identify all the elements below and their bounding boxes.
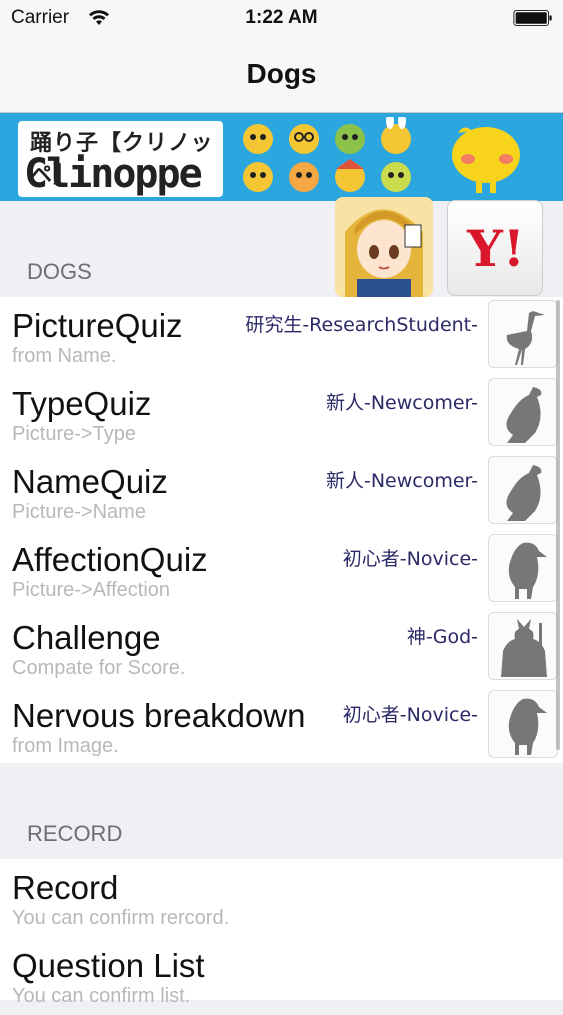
row-thumbnail	[488, 690, 558, 758]
character-group-icon	[243, 117, 411, 192]
row-subtitle: You can confirm rercord.	[12, 907, 230, 929]
row-title: PictureQuiz	[12, 307, 183, 344]
row-title: Nervous breakdown	[12, 697, 306, 734]
row-title: Record	[12, 869, 119, 906]
row-subtitle: You can confirm list.	[12, 985, 191, 1007]
list-item-picture-quiz[interactable]: PictureQuiz from Name. 研究生-ResearchStude…	[0, 297, 563, 375]
page-title: Dogs	[246, 58, 317, 89]
row-rank: 新人-Newcomer-	[325, 392, 478, 414]
row-rank: 初心者-Novice-	[342, 548, 478, 570]
puffin-silhouette-icon	[508, 542, 547, 599]
anime-girl-icon	[335, 197, 433, 297]
row-title: AffectionQuiz	[12, 541, 208, 578]
yahoo-logo: Y!	[467, 219, 525, 278]
row-title: NameQuiz	[12, 463, 168, 500]
list-item-type-quiz[interactable]: TypeQuiz Picture->Type 新人-Newcomer-	[0, 375, 563, 453]
banner-ad[interactable]: 踊り子【クリノッペ】 Clinoppe	[0, 113, 563, 201]
section-header-dogs: DOGS	[27, 259, 92, 284]
row-thumbnail	[488, 456, 558, 524]
dogs-list: PictureQuiz from Name. 研究生-ResearchStude…	[0, 297, 563, 763]
row-subtitle: Picture->Name	[12, 501, 146, 523]
row-rank: 研究生-ResearchStudent-	[245, 314, 478, 336]
list-item-challenge[interactable]: Challenge Compate for Score. 神-God-	[0, 609, 563, 687]
row-thumbnail	[488, 378, 558, 446]
row-subtitle: Picture->Affection	[12, 579, 171, 601]
row-subtitle: from Image.	[12, 735, 119, 757]
record-list: Record You can confirm rercord. Question…	[0, 859, 563, 1007]
row-thumbnail	[488, 612, 558, 680]
crane-silhouette-icon	[506, 311, 545, 365]
clock: 1:22 AM	[245, 7, 318, 28]
status-bar: Carrier 1:22 AM	[0, 0, 563, 38]
puffin-silhouette-icon	[508, 698, 547, 755]
mascot-chick-icon	[452, 127, 520, 193]
row-title: TypeQuiz	[12, 385, 152, 422]
battery-icon	[513, 10, 552, 26]
samurai-silhouette-icon	[501, 619, 547, 677]
row-subtitle: Picture->Type	[12, 423, 136, 445]
list-item-affection-quiz[interactable]: AffectionQuiz Picture->Affection 初心者-Nov…	[0, 531, 563, 609]
row-rank: 初心者-Novice-	[342, 704, 478, 726]
row-rank: 新人-Newcomer-	[325, 470, 478, 492]
row-title: Challenge	[12, 619, 161, 656]
eagle-silhouette-icon	[506, 387, 542, 443]
row-thumbnail	[488, 300, 558, 368]
row-title: Question List	[12, 947, 205, 984]
banner-logo-main: Clinoppe	[24, 151, 203, 197]
row-subtitle: from Name.	[12, 345, 117, 367]
banner-logo: 踊り子【クリノッペ】 Clinoppe	[18, 121, 223, 197]
list-item-name-quiz[interactable]: NameQuiz Picture->Name 新人-Newcomer-	[0, 453, 563, 531]
row-thumbnail	[488, 534, 558, 602]
eagle-silhouette-icon	[506, 465, 542, 521]
anime-girl-ad[interactable]	[335, 197, 433, 297]
scrollbar[interactable]	[556, 300, 560, 750]
row-subtitle: Compate for Score.	[12, 657, 186, 679]
list-item-nervous-breakdown[interactable]: Nervous breakdown from Image. 初心者-Novice…	[0, 687, 563, 765]
navigation-bar: Dogs	[0, 38, 563, 113]
yahoo-ad[interactable]: Y!	[447, 200, 543, 296]
list-item-question-list[interactable]: Question List You can confirm list.	[0, 937, 563, 1015]
list-item-record[interactable]: Record You can confirm rercord.	[0, 859, 563, 937]
section-header-record: RECORD	[27, 821, 123, 846]
row-rank: 神-God-	[406, 626, 478, 648]
